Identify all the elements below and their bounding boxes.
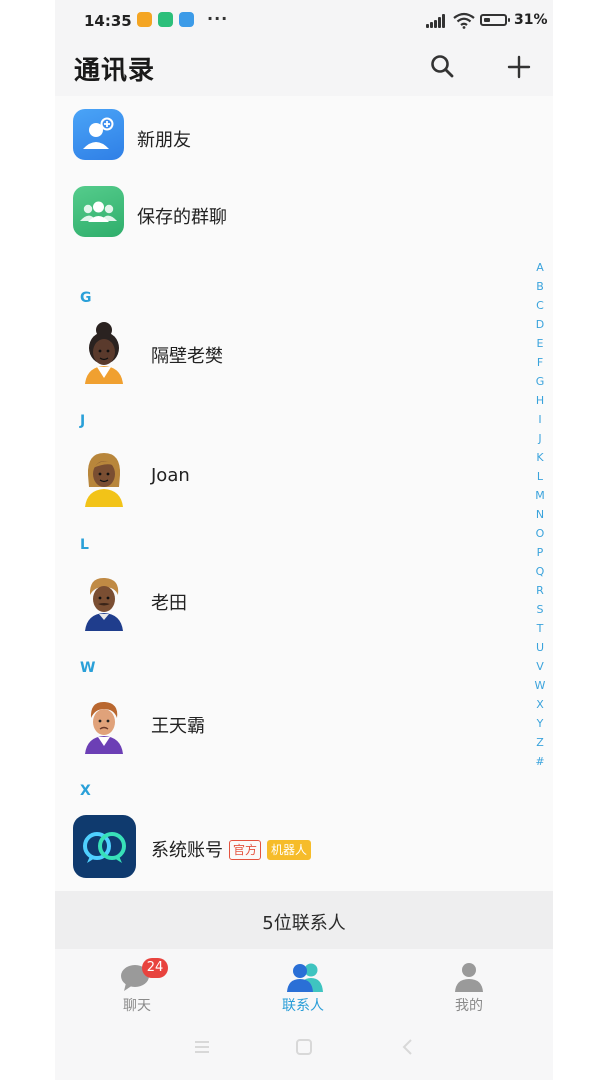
- app-screen: 14:35 ··· 31% 通讯录 新朋友 保存的群聊 G 隔壁老樊 J Joa…: [55, 0, 553, 1080]
- contact-row[interactable]: 隔壁老樊: [55, 314, 553, 394]
- contact-row[interactable]: 王天霸: [55, 684, 553, 764]
- more-notifications-icon: ···: [207, 9, 229, 28]
- index-letter[interactable]: S: [533, 600, 547, 619]
- page-title: 通讯录: [74, 56, 156, 86]
- index-letter[interactable]: R: [533, 581, 547, 600]
- tab-profile-label: 我的: [455, 998, 483, 1014]
- index-letter[interactable]: Z: [533, 733, 547, 752]
- index-letter[interactable]: L: [533, 467, 547, 486]
- tab-contacts[interactable]: 联系人: [253, 961, 353, 1015]
- index-letter[interactable]: W: [533, 676, 547, 695]
- tab-chat-label: 聊天: [123, 998, 151, 1014]
- contact-name: 隔壁老樊: [151, 346, 223, 367]
- group-chat-icon: [73, 186, 124, 237]
- saved-groups-row[interactable]: 保存的群聊: [55, 177, 553, 247]
- new-friends-row[interactable]: 新朋友: [55, 100, 553, 170]
- home-icon[interactable]: [295, 1038, 313, 1056]
- contact-avatar: [85, 577, 123, 631]
- index-letter[interactable]: J: [533, 429, 547, 448]
- contact-row[interactable]: 老田: [55, 561, 553, 641]
- index-letter[interactable]: A: [533, 258, 547, 277]
- new-friend-icon: [73, 109, 124, 160]
- index-letter[interactable]: Y: [533, 714, 547, 733]
- index-letter[interactable]: V: [533, 657, 547, 676]
- contact-name: 老田: [151, 593, 187, 614]
- contact-name: 王天霸: [151, 716, 205, 737]
- contact-row[interactable]: 系统账号 官方 机器人: [55, 807, 553, 887]
- bottom-tab-bar: 24 聊天 联系人 我的: [55, 949, 553, 1080]
- official-tag: 官方: [229, 840, 262, 860]
- index-letter[interactable]: P: [533, 543, 547, 562]
- unread-badge: 24: [142, 958, 168, 978]
- index-letter[interactable]: Q: [533, 562, 547, 581]
- contact-avatar: [85, 322, 123, 384]
- app-header: 通讯录: [55, 44, 553, 96]
- robot-tag: 机器人: [267, 840, 312, 860]
- contact-name: 系统账号: [151, 840, 223, 861]
- section-header-w: W: [80, 660, 96, 676]
- contact-name: Joan: [151, 465, 190, 486]
- index-letter[interactable]: N: [533, 505, 547, 524]
- index-letter[interactable]: U: [533, 638, 547, 657]
- alphabet-index[interactable]: A B C D E F G H I J K L M N O P Q R S T U V W X Y Z #: [533, 258, 547, 771]
- index-letter[interactable]: C: [533, 296, 547, 315]
- index-letter[interactable]: G: [533, 372, 547, 391]
- notification-app-icon: [137, 12, 152, 27]
- index-letter[interactable]: X: [533, 695, 547, 714]
- index-letter[interactable]: E: [533, 334, 547, 353]
- battery-icon: [480, 14, 510, 26]
- contact-list: 新朋友 保存的群聊 G 隔壁老樊 J Joan L 老田 W 王天霸 X 系统账…: [55, 96, 553, 891]
- wifi-icon: [453, 12, 475, 29]
- back-icon[interactable]: [399, 1038, 417, 1056]
- index-letter[interactable]: M: [533, 486, 547, 505]
- section-header-l: L: [80, 537, 89, 553]
- index-letter[interactable]: F: [533, 353, 547, 372]
- tab-chat[interactable]: 24 聊天: [87, 958, 187, 1015]
- new-friends-label: 新朋友: [137, 130, 191, 151]
- cell-signal-icon: [426, 14, 446, 28]
- index-letter[interactable]: D: [533, 315, 547, 334]
- system-nav-bar: [55, 1038, 553, 1062]
- tab-profile[interactable]: 我的: [419, 961, 519, 1015]
- status-time: 14:35: [84, 12, 132, 30]
- contact-row[interactable]: Joan: [55, 437, 553, 517]
- profile-icon: [451, 961, 487, 993]
- index-letter[interactable]: I: [533, 410, 547, 429]
- section-header-x: X: [80, 783, 91, 799]
- tab-contacts-label: 联系人: [282, 998, 324, 1014]
- menu-icon[interactable]: [193, 1038, 211, 1056]
- search-icon[interactable]: [429, 53, 457, 81]
- section-header-j: J: [80, 413, 86, 429]
- system-account-avatar: [73, 815, 136, 878]
- notification-message-icon: [179, 12, 194, 27]
- contact-avatar: [85, 453, 123, 507]
- section-header-g: G: [80, 290, 92, 306]
- contact-count: 5位联系人: [55, 891, 553, 949]
- plus-icon[interactable]: [504, 52, 534, 82]
- contacts-icon: [285, 961, 323, 993]
- chat-icon: 24: [119, 958, 168, 993]
- contact-name-row: 系统账号 官方 机器人: [151, 836, 312, 862]
- status-bar: 14:35 ··· 31%: [55, 0, 553, 44]
- index-letter[interactable]: K: [533, 448, 547, 467]
- saved-groups-label: 保存的群聊: [137, 207, 227, 228]
- notification-shield-icon: [158, 12, 173, 27]
- index-letter[interactable]: #: [533, 752, 547, 771]
- index-letter[interactable]: H: [533, 391, 547, 410]
- contact-avatar: [85, 701, 123, 754]
- index-letter[interactable]: B: [533, 277, 547, 296]
- battery-percent: 31%: [514, 12, 548, 28]
- index-letter[interactable]: O: [533, 524, 547, 543]
- index-letter[interactable]: T: [533, 619, 547, 638]
